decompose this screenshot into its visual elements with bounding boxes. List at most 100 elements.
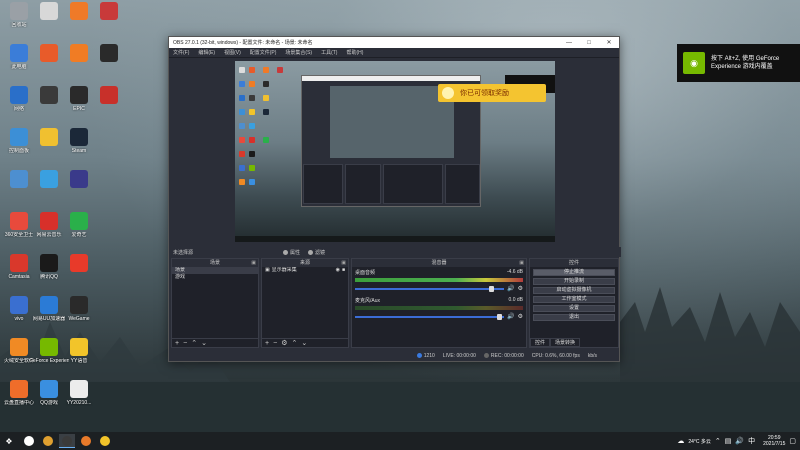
obs-window[interactable]: OBS 27.0.1 (32-bit, windows) - 配置文件: 未命名… [168, 36, 621, 362]
scene-tools: + − ⌃ ⌄ [172, 338, 258, 347]
menu-tools[interactable]: 工具(T) [321, 49, 337, 56]
app-icon [10, 86, 28, 104]
menu-scene-collection[interactable]: 场景集合(S) [285, 49, 312, 56]
desktop-icon[interactable] [91, 86, 127, 126]
desktop-icon[interactable] [91, 44, 127, 84]
preview-icon [249, 109, 255, 115]
menu-edit[interactable]: 编辑(E) [198, 49, 215, 56]
remove-icon[interactable]: − [273, 340, 277, 347]
mixer-channel-desktop: 桌面音频 -4.6 dB 🔊 ⚙ [352, 267, 526, 295]
move-up-icon[interactable]: ⌃ [191, 340, 197, 347]
eye-icon[interactable]: ◉ [336, 268, 340, 273]
taskbar-app-tencent[interactable] [78, 434, 94, 448]
stop-streaming-button[interactable]: 停止推流 [533, 269, 615, 276]
source-item[interactable]: ▣ 显示器采集 ◉ ■ [262, 267, 348, 274]
preview-icon [239, 81, 245, 87]
virtual-camera-button[interactable]: 启动虚拟摄像机 [533, 287, 615, 294]
cpu-fps: CPU: 0.6%, 60.00 fps [531, 352, 580, 359]
desktop-icon[interactable] [61, 254, 97, 294]
taskbar-app-obs[interactable] [59, 434, 75, 448]
desktop-icon[interactable]: Steam [61, 128, 97, 168]
taskbar-app-search[interactable] [21, 434, 37, 448]
app-icon [100, 86, 118, 104]
menu-profile[interactable]: 配置文件(P) [250, 49, 277, 56]
ime-icon[interactable]: 中 [748, 436, 755, 446]
desktop-icon[interactable] [61, 170, 97, 210]
dock-close-icon[interactable]: ▣ [251, 259, 256, 267]
volume-icon[interactable]: 🔊 [735, 437, 744, 445]
taskbar-app-yy[interactable] [97, 434, 113, 448]
desktop-icon-label: YY语音 [70, 358, 88, 364]
app-icon [10, 128, 28, 146]
volume-knob[interactable] [489, 285, 495, 292]
move-up-icon[interactable]: ⌃ [291, 340, 297, 347]
app-icon [40, 380, 58, 398]
no-source-label: 未选择源 [173, 249, 194, 256]
properties-button[interactable]: 属性 [283, 249, 300, 256]
gear-icon[interactable]: ⚙ [518, 313, 523, 320]
speaker-icon[interactable]: 🔊 [507, 285, 514, 292]
move-down-icon[interactable]: ⌄ [201, 340, 207, 347]
studio-mode-button[interactable]: 工作室模式 [533, 296, 615, 303]
menu-help[interactable]: 帮助(H) [346, 49, 363, 56]
exit-button[interactable]: 退出 [533, 314, 615, 321]
network-icon[interactable]: ▤ [725, 437, 732, 445]
settings-button[interactable]: 设置 [533, 305, 615, 312]
minimize-button[interactable]: — [559, 40, 579, 46]
app-icon [100, 2, 118, 20]
desktop-icon[interactable]: WeGame [61, 296, 97, 336]
desktop-icon[interactable] [91, 2, 127, 42]
remove-icon[interactable]: − [183, 340, 187, 347]
volume-knob[interactable] [496, 313, 502, 320]
obs-titlebar[interactable]: OBS 27.0.1 (32-bit, windows) - 配置文件: 未命名… [169, 37, 619, 48]
volume-slider[interactable] [355, 313, 505, 320]
app-icon [40, 296, 58, 314]
gear-icon[interactable]: ⚙ [518, 285, 523, 292]
gear-icon[interactable]: ⚙ [281, 340, 287, 347]
start-recording-button[interactable]: 开始录制 [533, 278, 615, 285]
maximize-button[interactable]: □ [579, 40, 599, 46]
scene-item[interactable]: 游戏 [172, 274, 258, 281]
add-icon[interactable]: + [265, 340, 269, 347]
preview-icon [263, 109, 269, 115]
preview-icon [263, 81, 269, 87]
preview-icon [239, 179, 245, 185]
close-button[interactable]: ✕ [599, 39, 619, 46]
app-icon [70, 296, 88, 314]
scene-item[interactable]: 场景 [172, 267, 258, 274]
mixer-channel-mic: 麦克风/Aux 0.0 dB 🔊 ⚙ [352, 295, 526, 323]
channel-db: 0.0 dB [508, 297, 523, 303]
reward-toast[interactable]: 你已可领取奖励 [438, 84, 546, 102]
weather-text[interactable]: 24°C 多云 [688, 438, 711, 445]
tab-controls[interactable]: 控件 [530, 338, 551, 347]
menu-file[interactable]: 文件(F) [173, 49, 189, 56]
geforce-overlay-toast[interactable]: ◉ 按下 Alt+Z, 使用 GeForce Experience 游戏内覆盖 [677, 44, 800, 82]
lock-icon[interactable]: ■ [342, 268, 345, 273]
desktop-icon[interactable]: 爱奇艺 [61, 212, 97, 252]
app-icon [100, 44, 118, 62]
live-time: LIVE: 00:00:00 [442, 352, 476, 359]
app-icon [10, 296, 28, 314]
app-icon [40, 44, 58, 62]
app-icon [40, 128, 58, 146]
filters-button[interactable]: 滤镜 [308, 249, 325, 256]
desktop-icon[interactable]: YY语音 [61, 338, 97, 378]
notifications-icon[interactable]: ▢ [789, 437, 796, 445]
obs-preview[interactable]: 你已可领取奖励 [235, 61, 555, 242]
dock-close-icon[interactable]: ▣ [341, 259, 346, 267]
source-toolbar: 未选择源 属性 滤镜 [169, 247, 621, 257]
move-down-icon[interactable]: ⌄ [301, 340, 307, 347]
volume-slider[interactable] [355, 285, 505, 292]
preview-icon [249, 165, 255, 171]
clock[interactable]: 20:59 2021/7/15 [763, 435, 785, 447]
tab-transitions[interactable]: 场景转换 [550, 338, 581, 347]
obs-statusbar: 1210 LIVE: 00:00:00 REC: 00:00:00 CPU: 0… [169, 350, 619, 361]
add-icon[interactable]: + [175, 340, 179, 347]
dock-close-icon[interactable]: ▣ [519, 259, 524, 267]
windows-icon[interactable]: ❖ [0, 437, 18, 446]
chevron-up-icon[interactable]: ⌃ [715, 437, 721, 445]
taskbar-app-chrome[interactable] [40, 434, 56, 448]
menu-view[interactable]: 视图(V) [224, 49, 241, 56]
speaker-icon[interactable]: 🔊 [507, 313, 514, 320]
desktop-icon[interactable]: YY20210... [61, 380, 97, 420]
